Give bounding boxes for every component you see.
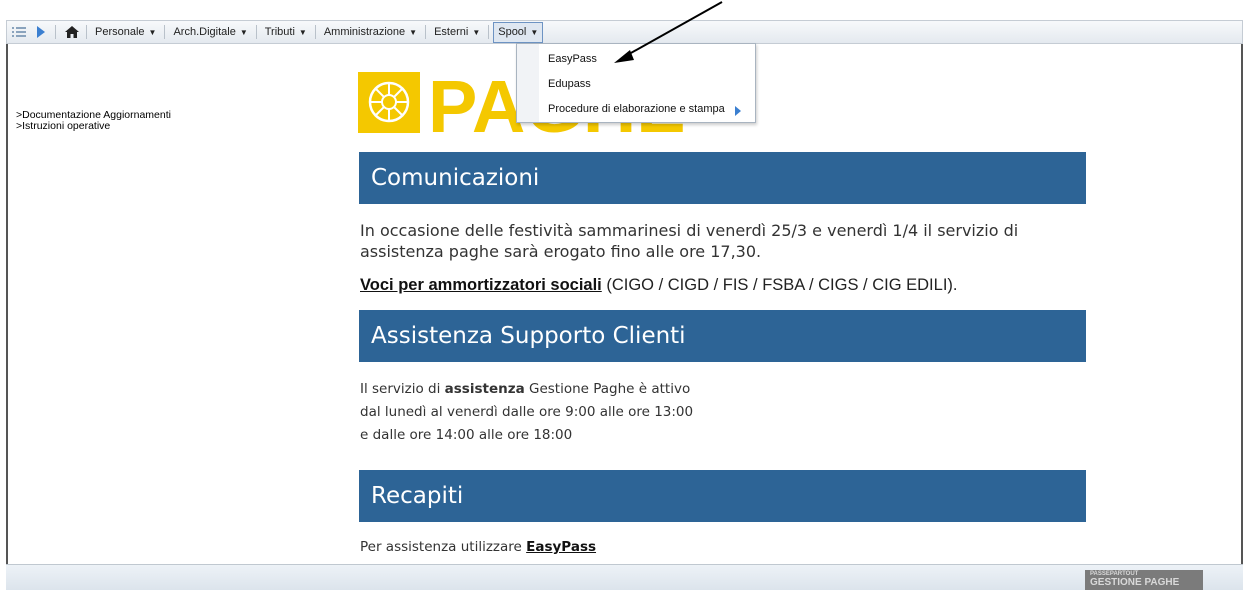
text-fragment: Il servizio di	[360, 381, 445, 397]
ammortizzatori-suffix: (CIGO / CIGD / FIS / FSBA / CIGS / CIG E…	[601, 276, 958, 294]
toolbar-divider	[255, 25, 257, 39]
menu-label: Personale	[95, 26, 145, 38]
dropdown-item-edupass[interactable]: Edupass	[548, 75, 591, 93]
section-title-comunicazioni: Comunicazioni	[359, 152, 1086, 204]
recapiti-text: Per assistenza utilizzare EasyPass	[360, 536, 596, 559]
comunicazioni-text: In occasione delle festività sammarinesi…	[360, 221, 1019, 261]
menu-label: Spool	[498, 26, 527, 38]
menu-label: Tributi	[264, 26, 295, 38]
text-fragment: Per assistenza utilizzare	[360, 539, 527, 555]
caret-down-icon: ▼	[530, 27, 539, 37]
gestione-paghe-brand: PASSEPARTOUT GESTIONE PAGHE	[1085, 570, 1203, 590]
annotation-arrow-icon	[614, 1, 723, 63]
assistenza-line-2: dal lunedì al venerdì dalle ore 9:00 all…	[360, 404, 694, 420]
caret-down-icon: ▼	[472, 27, 481, 37]
toolbar-divider	[425, 25, 427, 39]
dropdown-item-label: Procedure di elaborazione e stampa	[548, 103, 725, 115]
caret-down-icon: ▼	[239, 27, 248, 37]
link-istruzioni-operative[interactable]: >Istruzioni operative	[16, 121, 171, 132]
menu-amministrazione[interactable]: Amministrazione ▼	[320, 22, 421, 42]
brand-main-text: GESTIONE PAGHE	[1090, 577, 1180, 588]
menu-label: Esterni	[434, 26, 469, 38]
play-icon[interactable]	[31, 22, 51, 42]
dropdown-gutter	[517, 44, 539, 122]
dropdown-item-easypass[interactable]: EasyPass	[548, 50, 597, 68]
menu-label: Arch.Digitale	[173, 26, 236, 38]
toolbar-divider	[164, 25, 166, 39]
section-title-recapiti: Recapiti	[359, 470, 1086, 522]
toolbar-divider	[488, 25, 490, 39]
menu-label: Amministrazione	[323, 26, 406, 38]
home-icon[interactable]	[62, 22, 82, 42]
dropdown-item-procedure[interactable]: Procedure di elaborazione e stampa	[548, 100, 753, 118]
assistenza-text: Il servizio di assistenza Gestione Paghe…	[360, 378, 693, 447]
link-easypass[interactable]: EasyPass	[526, 539, 596, 555]
menu-esterni[interactable]: Esterni ▼	[430, 22, 484, 42]
link-voci-ammortizzatori[interactable]: Voci per ammortizzatori sociali	[360, 276, 602, 294]
menu-arch-digitale[interactable]: Arch.Digitale ▼	[169, 22, 251, 42]
ammortizzatori-line: Voci per ammortizzatori sociali (CIGO / …	[360, 276, 957, 295]
section-title-assistenza: Assistenza Supporto Clienti	[359, 310, 1086, 362]
status-bar	[6, 564, 1243, 590]
text-bold: assistenza	[444, 381, 525, 397]
menu-tributi[interactable]: Tributi ▼	[261, 22, 311, 42]
caret-down-icon: ▼	[148, 27, 157, 37]
sidebar-links: >Documentazione Aggiornamenti >Istruzion…	[16, 110, 171, 132]
toolbar-divider	[55, 25, 56, 39]
text-fragment: Gestione Paghe è attivo	[524, 381, 691, 397]
toolbar-divider	[314, 25, 316, 39]
menu-spool[interactable]: Spool ▼	[493, 21, 544, 43]
toolbar-divider	[86, 25, 87, 39]
caret-down-icon: ▼	[298, 27, 307, 37]
list-icon[interactable]	[9, 22, 29, 42]
submenu-arrow-icon	[735, 106, 741, 116]
menu-personale[interactable]: Personale ▼	[91, 22, 160, 42]
assistenza-line-1: Il servizio di assistenza Gestione Paghe…	[360, 378, 693, 401]
caret-down-icon: ▼	[409, 27, 418, 37]
assistenza-line-3: e dalle ore 14:00 alle ore 18:00	[360, 427, 573, 443]
